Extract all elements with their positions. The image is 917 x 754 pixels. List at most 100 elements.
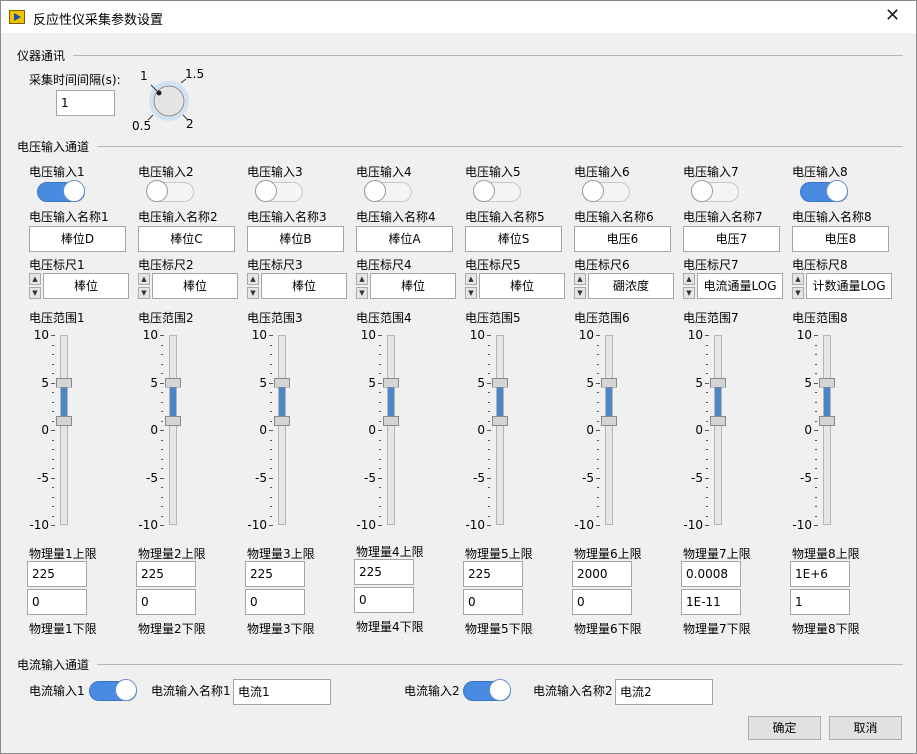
voltage-name-6-input[interactable]: 电压6	[574, 226, 671, 252]
range-1-lower-thumb[interactable]	[56, 415, 72, 426]
phys-upper-4-input[interactable]: 225	[354, 559, 414, 585]
title-bar[interactable]: 反应性仪采集参数设置 ✕	[1, 1, 916, 33]
voltage-scale-6-spinner[interactable]: ▲ ▼	[574, 273, 586, 299]
phys-upper-1-input[interactable]: 225	[27, 561, 87, 587]
voltage-input-3-toggle[interactable]	[255, 180, 305, 204]
toggle-knob[interactable]	[146, 180, 168, 202]
spin-up-icon[interactable]: ▲	[683, 273, 695, 285]
range-4-upper-thumb[interactable]	[383, 377, 399, 388]
interval-knob[interactable]: 1 1.5 0.5 2	[129, 67, 209, 133]
range-8-upper-thumb[interactable]	[819, 377, 835, 388]
range-2-upper-thumb[interactable]	[165, 377, 181, 388]
toggle-knob[interactable]	[582, 180, 604, 202]
toggle-knob[interactable]	[489, 679, 511, 701]
voltage-scale-7-spinner[interactable]: ▲ ▼	[683, 273, 695, 299]
toggle-knob[interactable]	[364, 180, 386, 202]
phys-upper-2-input[interactable]: 225	[136, 561, 196, 587]
voltage-scale-4-input[interactable]: 棒位	[370, 273, 456, 299]
spin-up-icon[interactable]: ▲	[465, 273, 477, 285]
spin-up-icon[interactable]: ▲	[356, 273, 368, 285]
spin-down-icon[interactable]: ▼	[683, 287, 695, 299]
range-3-track[interactable]	[278, 335, 286, 525]
range-4-track[interactable]	[387, 335, 395, 525]
voltage-name-4-input[interactable]: 棒位A	[356, 226, 453, 252]
spin-up-icon[interactable]: ▲	[792, 273, 804, 285]
voltage-scale-4-spinner[interactable]: ▲ ▼	[356, 273, 368, 299]
spin-up-icon[interactable]: ▲	[29, 273, 41, 285]
range-5-track[interactable]	[496, 335, 504, 525]
voltage-scale-2-input[interactable]: 棒位	[152, 273, 238, 299]
range-1-upper-thumb[interactable]	[56, 377, 72, 388]
phys-lower-5-input[interactable]: 0	[463, 589, 523, 615]
current-name-2-input[interactable]: 电流2	[615, 679, 713, 705]
voltage-scale-6-input[interactable]: 硼浓度	[588, 273, 674, 299]
range-2-lower-thumb[interactable]	[165, 415, 181, 426]
spin-down-icon[interactable]: ▼	[138, 287, 150, 299]
spin-up-icon[interactable]: ▲	[138, 273, 150, 285]
voltage-scale-3-input[interactable]: 棒位	[261, 273, 347, 299]
spin-up-icon[interactable]: ▲	[247, 273, 259, 285]
range-1-track[interactable]	[60, 335, 68, 525]
current-input-1-toggle[interactable]	[89, 679, 139, 703]
range-7-lower-thumb[interactable]	[710, 415, 726, 426]
voltage-input-5-toggle[interactable]	[473, 180, 523, 204]
voltage-input-1-toggle[interactable]	[37, 180, 87, 204]
phys-lower-2-input[interactable]: 0	[136, 589, 196, 615]
spin-up-icon[interactable]: ▲	[574, 273, 586, 285]
voltage-scale-2-spinner[interactable]: ▲ ▼	[138, 273, 150, 299]
range-6-upper-thumb[interactable]	[601, 377, 617, 388]
phys-upper-7-input[interactable]: 0.0008	[681, 561, 741, 587]
voltage-name-3-input[interactable]: 棒位B	[247, 226, 344, 252]
voltage-scale-3-spinner[interactable]: ▲ ▼	[247, 273, 259, 299]
voltage-scale-8-spinner[interactable]: ▲ ▼	[792, 273, 804, 299]
phys-upper-5-input[interactable]: 225	[463, 561, 523, 587]
range-5-lower-thumb[interactable]	[492, 415, 508, 426]
toggle-knob[interactable]	[473, 180, 495, 202]
range-6-track[interactable]	[605, 335, 613, 525]
voltage-scale-7-input[interactable]: 电流通量LOG	[697, 273, 783, 299]
voltage-name-8-input[interactable]: 电压8	[792, 226, 889, 252]
voltage-name-2-input[interactable]: 棒位C	[138, 226, 235, 252]
phys-upper-8-input[interactable]: 1E+6	[790, 561, 850, 587]
range-6-lower-thumb[interactable]	[601, 415, 617, 426]
range-5-upper-thumb[interactable]	[492, 377, 508, 388]
spin-down-icon[interactable]: ▼	[574, 287, 586, 299]
voltage-scale-1-spinner[interactable]: ▲ ▼	[29, 273, 41, 299]
voltage-input-8-toggle[interactable]	[800, 180, 850, 204]
phys-lower-3-input[interactable]: 0	[245, 589, 305, 615]
close-icon[interactable]: ✕	[885, 6, 900, 26]
voltage-input-2-toggle[interactable]	[146, 180, 196, 204]
phys-lower-1-input[interactable]: 0	[27, 589, 87, 615]
range-4-lower-thumb[interactable]	[383, 415, 399, 426]
interval-input[interactable]: 1	[56, 90, 115, 116]
range-8-lower-thumb[interactable]	[819, 415, 835, 426]
toggle-knob[interactable]	[826, 180, 848, 202]
ok-button[interactable]: 确定	[748, 716, 821, 740]
current-name-1-input[interactable]: 电流1	[233, 679, 331, 705]
toggle-knob[interactable]	[255, 180, 277, 202]
voltage-input-4-toggle[interactable]	[364, 180, 414, 204]
phys-upper-3-input[interactable]: 225	[245, 561, 305, 587]
cancel-button[interactable]: 取消	[829, 716, 902, 740]
range-3-lower-thumb[interactable]	[274, 415, 290, 426]
current-input-2-toggle[interactable]	[463, 679, 513, 703]
phys-lower-8-input[interactable]: 1	[790, 589, 850, 615]
voltage-input-7-toggle[interactable]	[691, 180, 741, 204]
toggle-knob[interactable]	[63, 180, 85, 202]
spin-down-icon[interactable]: ▼	[792, 287, 804, 299]
voltage-name-7-input[interactable]: 电压7	[683, 226, 780, 252]
spin-down-icon[interactable]: ▼	[29, 287, 41, 299]
voltage-name-5-input[interactable]: 棒位S	[465, 226, 562, 252]
range-8-track[interactable]	[823, 335, 831, 525]
phys-lower-6-input[interactable]: 0	[572, 589, 632, 615]
phys-lower-7-input[interactable]: 1E-11	[681, 589, 741, 615]
voltage-scale-5-input[interactable]: 棒位	[479, 273, 565, 299]
range-7-upper-thumb[interactable]	[710, 377, 726, 388]
voltage-name-1-input[interactable]: 棒位D	[29, 226, 126, 252]
range-3-upper-thumb[interactable]	[274, 377, 290, 388]
toggle-knob[interactable]	[691, 180, 713, 202]
voltage-scale-8-input[interactable]: 计数通量LOG	[806, 273, 892, 299]
voltage-input-6-toggle[interactable]	[582, 180, 632, 204]
range-2-track[interactable]	[169, 335, 177, 525]
voltage-scale-5-spinner[interactable]: ▲ ▼	[465, 273, 477, 299]
